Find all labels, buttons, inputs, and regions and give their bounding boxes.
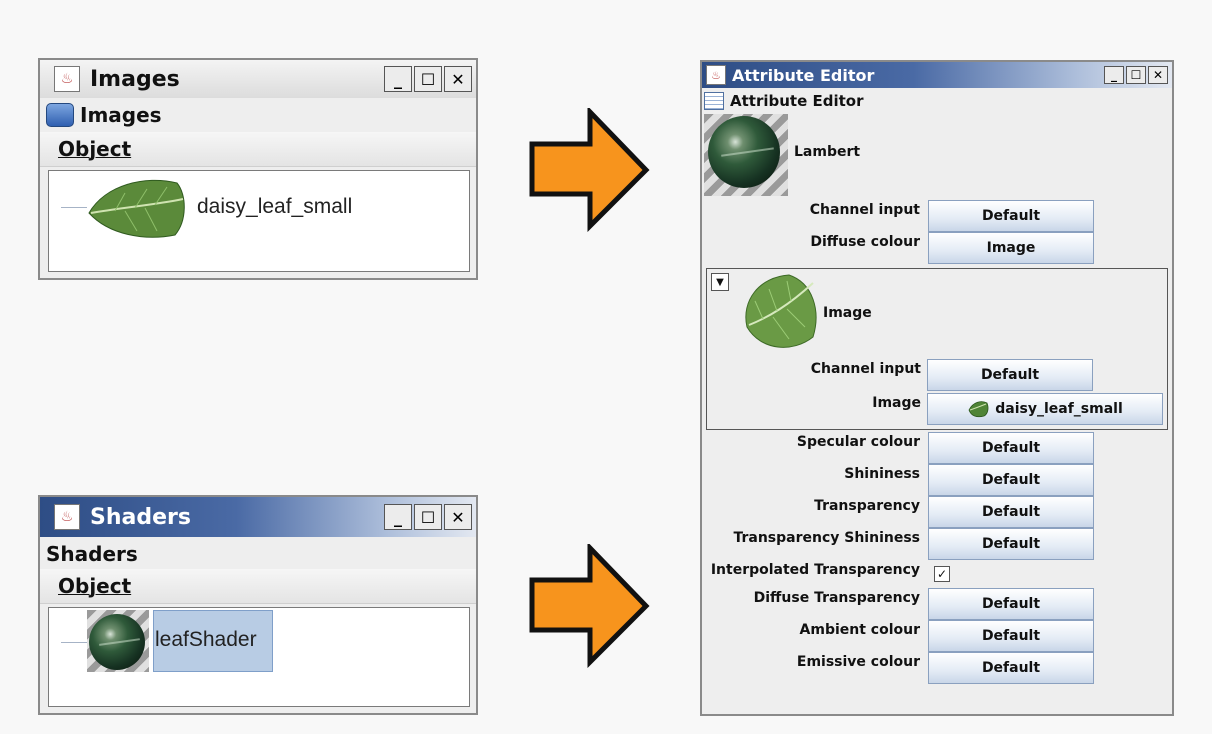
right-arrow-icon xyxy=(529,544,650,668)
shaders-titlebar[interactable]: ♨ Shaders _ ☐ ✕ xyxy=(40,497,476,537)
shaders-list: leafShader xyxy=(48,607,470,707)
close-button[interactable]: ✕ xyxy=(1148,66,1168,84)
menu-object[interactable]: Object xyxy=(58,574,131,598)
diffuse-colour-label: Diffuse colour xyxy=(810,234,920,250)
maximize-button[interactable]: ☐ xyxy=(414,66,442,92)
minimize-button[interactable]: _ xyxy=(1104,66,1124,84)
diffuse-transparency-button[interactable]: Default xyxy=(928,588,1094,620)
image-channel-input-button[interactable]: Default xyxy=(927,359,1093,391)
java-app-icon: ♨ xyxy=(54,504,80,530)
leaf-thumbnail-icon xyxy=(88,179,185,238)
ambient-colour-button[interactable]: Default xyxy=(928,620,1094,652)
java-app-icon: ♨ xyxy=(706,65,726,85)
emissive-colour-button[interactable]: Default xyxy=(928,652,1094,684)
images-header: Images xyxy=(40,100,476,130)
images-list: daisy_leaf_small xyxy=(48,170,470,272)
image-file-button[interactable]: daisy_leaf_small xyxy=(927,393,1163,425)
image-channel-input-label: Channel input xyxy=(810,361,921,377)
shininess-label: Shininess xyxy=(844,466,920,482)
transparency-shininess-button[interactable]: Default xyxy=(928,528,1094,560)
shader-type-label: Lambert xyxy=(794,144,861,160)
attribute-editor-window: ♨ Attribute Editor _ ☐ ✕ Attribute Edito… xyxy=(700,60,1174,716)
attribute-editor-titlebar[interactable]: ♨ Attribute Editor _ ☐ ✕ xyxy=(702,62,1172,88)
window-title: Attribute Editor xyxy=(732,65,875,85)
image-file-label: Image xyxy=(872,395,921,411)
list-item-label: leafShader xyxy=(155,628,257,651)
editor-header-label: Attribute Editor xyxy=(730,92,864,110)
minimize-button[interactable]: _ xyxy=(384,504,412,530)
tree-connector xyxy=(61,207,87,208)
transparency-label: Transparency xyxy=(814,498,920,514)
diffuse-transparency-label: Diffuse Transparency xyxy=(753,590,920,606)
menu-object[interactable]: Object xyxy=(58,137,131,161)
collapse-toggle[interactable]: ▼ xyxy=(711,273,729,291)
specular-colour-button[interactable]: Default xyxy=(928,432,1094,464)
emissive-colour-label: Emissive colour xyxy=(796,654,920,670)
maximize-button[interactable]: ☐ xyxy=(1126,66,1146,84)
image-subpanel: ▼ Image Channel input Default Image dais… xyxy=(706,268,1168,430)
specular-colour-label: Specular colour xyxy=(796,434,920,450)
diffuse-colour-button[interactable]: Image xyxy=(928,232,1094,264)
minimize-button[interactable]: _ xyxy=(384,66,412,92)
transparency-shininess-label: Transparency Shininess xyxy=(733,530,920,546)
right-arrow-icon xyxy=(529,108,650,232)
ambient-colour-label: Ambient colour xyxy=(799,622,920,638)
collapse-triangle-icon: ▼ xyxy=(716,276,724,288)
image-leaf-icon xyxy=(745,274,817,348)
attribute-editor-header: Attribute Editor xyxy=(702,90,1172,112)
transparency-button[interactable]: Default xyxy=(928,496,1094,528)
channel-input-button[interactable]: Default xyxy=(928,200,1094,232)
close-button[interactable]: ✕ xyxy=(444,66,472,92)
list-item-label: daisy_leaf_small xyxy=(197,195,353,218)
leaf-thumbnail-icon xyxy=(968,401,989,418)
close-button[interactable]: ✕ xyxy=(444,504,472,530)
shaders-header-label: Shaders xyxy=(46,542,138,566)
image-section-title: Image xyxy=(823,305,872,321)
image-file-name: daisy_leaf_small xyxy=(995,401,1123,417)
images-window: ♨ Images _ ☐ ✕ Images Object daisy_leaf_… xyxy=(38,58,478,280)
interpolated-transparency-label: Interpolated Transparency xyxy=(710,562,920,578)
editor-icon xyxy=(704,92,724,110)
window-title: Images xyxy=(90,66,180,92)
tree-connector xyxy=(61,642,89,643)
shaders-header: Shaders xyxy=(40,539,476,569)
window-title: Shaders xyxy=(90,504,191,530)
java-app-icon: ♨ xyxy=(54,66,80,92)
lambert-sphere-icon xyxy=(708,116,780,188)
images-menubar: Object xyxy=(40,132,476,167)
folder-icon xyxy=(46,103,74,127)
checkmark-icon: ✓ xyxy=(936,567,948,581)
images-header-label: Images xyxy=(80,103,162,127)
maximize-button[interactable]: ☐ xyxy=(414,504,442,530)
list-item[interactable]: daisy_leaf_small xyxy=(85,175,385,241)
shaders-menubar: Object xyxy=(40,569,476,604)
list-item[interactable]: leafShader xyxy=(87,610,327,674)
sphere-thumbnail-icon xyxy=(89,614,145,670)
channel-input-label: Channel input xyxy=(809,202,920,218)
shaders-window: ♨ Shaders _ ☐ ✕ Shaders Object leafShade… xyxy=(38,495,478,715)
images-titlebar[interactable]: ♨ Images _ ☐ ✕ xyxy=(40,60,476,98)
shininess-button[interactable]: Default xyxy=(928,464,1094,496)
interpolated-transparency-checkbox[interactable]: ✓ xyxy=(934,566,950,582)
